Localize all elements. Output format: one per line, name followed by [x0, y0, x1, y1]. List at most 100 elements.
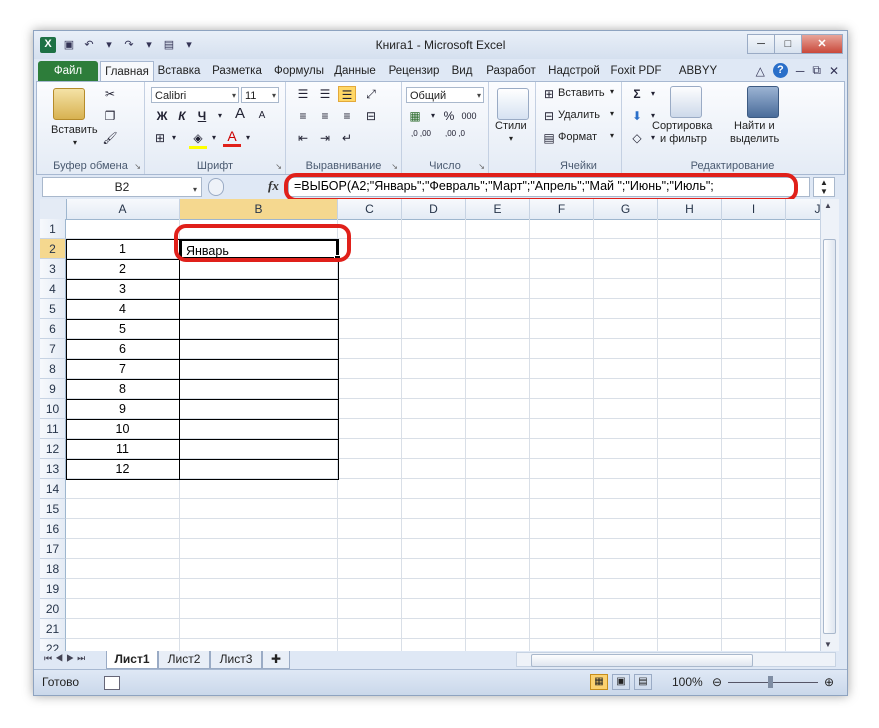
- zoom-in-icon[interactable]: ⊕: [824, 675, 834, 689]
- font-color-dropdown-icon[interactable]: ▾: [239, 130, 257, 146]
- zoom-slider-thumb[interactable]: [768, 676, 773, 688]
- align-left-icon[interactable]: ≡: [294, 108, 312, 124]
- row-header[interactable]: 13: [40, 459, 66, 479]
- tab-insert[interactable]: Вставка: [155, 61, 203, 81]
- fill-color-dropdown-icon[interactable]: ▾: [205, 130, 223, 146]
- decrease-decimal-button[interactable]: ,00 ,0: [440, 130, 470, 146]
- row-header[interactable]: 4: [40, 279, 66, 299]
- scroll-down-icon[interactable]: ▼: [824, 640, 832, 649]
- tab-developer[interactable]: Разработ: [480, 61, 542, 81]
- sheet-nav-icon[interactable]: ⏮◀▶⏭: [44, 653, 88, 664]
- grow-font-button[interactable]: A: [231, 106, 249, 122]
- tab-file[interactable]: Файл: [38, 61, 98, 81]
- insert-cells-icon[interactable]: ⊞: [540, 86, 558, 102]
- page-break-view-icon[interactable]: ▤: [634, 674, 652, 690]
- paste-button[interactable]: Вставить: [51, 124, 98, 136]
- row-header[interactable]: 22: [40, 639, 66, 651]
- shrink-font-button[interactable]: A: [253, 108, 271, 124]
- maximize-button[interactable]: □: [774, 34, 802, 54]
- alignment-launcher-icon[interactable]: ↘: [391, 162, 398, 171]
- zoom-level[interactable]: 100%: [672, 675, 703, 689]
- insert-function-icon[interactable]: fx: [268, 178, 279, 194]
- zoom-slider[interactable]: [728, 682, 818, 683]
- cut-icon[interactable]: ✂: [101, 86, 119, 102]
- styles-icon[interactable]: [497, 88, 529, 120]
- styles-button[interactable]: Стили: [495, 120, 527, 132]
- cell-a13[interactable]: 12: [66, 459, 179, 479]
- row-header[interactable]: 7: [40, 339, 66, 359]
- tab-addins[interactable]: Надстрой: [544, 61, 604, 81]
- insert-dropdown-icon[interactable]: ▾: [610, 87, 614, 96]
- column-header-f[interactable]: F: [530, 199, 594, 219]
- minimize-ribbon-icon[interactable]: △: [756, 64, 765, 78]
- row-header[interactable]: 3: [40, 259, 66, 279]
- format-cells-button[interactable]: Формат: [558, 131, 597, 143]
- currency-icon[interactable]: ▦: [406, 108, 424, 124]
- name-box-resize-handle[interactable]: [208, 178, 224, 196]
- scroll-up-icon[interactable]: ▲: [824, 201, 832, 210]
- help-icon[interactable]: ?: [772, 63, 788, 78]
- tab-foxit-pdf[interactable]: Foxit PDF: [607, 61, 665, 81]
- wrap-text-icon[interactable]: ↵: [338, 130, 356, 146]
- select-all-corner[interactable]: [40, 199, 67, 219]
- column-header-e[interactable]: E: [466, 199, 530, 219]
- row-header[interactable]: 20: [40, 599, 66, 619]
- percent-button[interactable]: %: [440, 108, 458, 124]
- vertical-scroll-thumb[interactable]: [823, 239, 836, 634]
- styles-dropdown-icon[interactable]: ▾: [509, 134, 513, 143]
- sort-filter-icon[interactable]: [670, 86, 702, 118]
- italic-button[interactable]: К: [173, 108, 191, 124]
- row-header[interactable]: 1: [40, 219, 66, 239]
- zoom-out-icon[interactable]: ⊖: [712, 675, 722, 689]
- column-header-i[interactable]: I: [722, 199, 786, 219]
- vertical-scrollbar[interactable]: ▲ ▼: [820, 199, 839, 651]
- row-header[interactable]: 9: [40, 379, 66, 399]
- orientation-icon[interactable]: ⤢: [362, 86, 380, 102]
- find-select-button[interactable]: Найти и: [734, 120, 775, 132]
- tab-formulas[interactable]: Формулы: [271, 61, 327, 81]
- formula-expand-icon[interactable]: ▲ ▼: [813, 177, 835, 197]
- borders-dropdown-icon[interactable]: ▾: [165, 130, 183, 146]
- normal-view-icon[interactable]: ▦: [590, 674, 608, 690]
- tab-data[interactable]: Данные: [330, 61, 380, 81]
- increase-indent-icon[interactable]: ⇥: [316, 130, 334, 146]
- minimize-button[interactable]: ─: [747, 34, 775, 54]
- horizontal-scrollbar[interactable]: [516, 652, 836, 667]
- row-header[interactable]: 12: [40, 439, 66, 459]
- tab-view[interactable]: Вид: [447, 61, 477, 81]
- format-dropdown-icon[interactable]: ▾: [610, 131, 614, 140]
- align-bottom-icon[interactable]: ☰: [338, 86, 356, 102]
- cell-a12[interactable]: 11: [66, 439, 179, 459]
- new-sheet-icon[interactable]: ✚: [262, 651, 290, 669]
- insert-cells-button[interactable]: Вставить: [558, 87, 605, 99]
- close-button[interactable]: ✕: [801, 34, 843, 54]
- sheet-tab-1[interactable]: Лист1: [106, 651, 158, 669]
- window-close-icon[interactable]: ✕: [829, 64, 839, 78]
- delete-cells-button[interactable]: Удалить: [558, 109, 600, 121]
- row-header[interactable]: 6: [40, 319, 66, 339]
- decrease-indent-icon[interactable]: ⇤: [294, 130, 312, 146]
- align-top-icon[interactable]: ☰: [294, 86, 312, 102]
- window-restore-icon[interactable]: ⧉: [812, 63, 821, 78]
- spreadsheet-grid[interactable]: A B C D E F G H I J 1 2 3 4 5 6 7 8 9 10…: [40, 199, 820, 651]
- cell-a9[interactable]: 8: [66, 379, 179, 399]
- cell-a5[interactable]: 4: [66, 299, 179, 319]
- column-header-a[interactable]: A: [66, 199, 180, 219]
- column-header-b[interactable]: B: [180, 199, 338, 219]
- autosum-dropdown-icon[interactable]: ▾: [644, 86, 662, 102]
- font-launcher-icon[interactable]: ↘: [275, 162, 282, 171]
- row-header[interactable]: 18: [40, 559, 66, 579]
- cell-a7[interactable]: 6: [66, 339, 179, 359]
- row-header[interactable]: 11: [40, 419, 66, 439]
- page-layout-view-icon[interactable]: ▣: [612, 674, 630, 690]
- find-select-icon[interactable]: [747, 86, 779, 118]
- column-header-g[interactable]: G: [594, 199, 658, 219]
- underline-button[interactable]: Ч: [193, 108, 211, 124]
- tab-review[interactable]: Рецензир: [383, 61, 445, 81]
- align-middle-icon[interactable]: ☰: [316, 86, 334, 102]
- sheet-tab-3[interactable]: Лист3: [210, 651, 262, 669]
- format-cells-icon[interactable]: ▤: [540, 130, 558, 146]
- copy-icon[interactable]: ❐: [101, 108, 119, 124]
- window-minimize-icon[interactable]: ─: [796, 64, 805, 78]
- align-right-icon[interactable]: ≡: [338, 108, 356, 124]
